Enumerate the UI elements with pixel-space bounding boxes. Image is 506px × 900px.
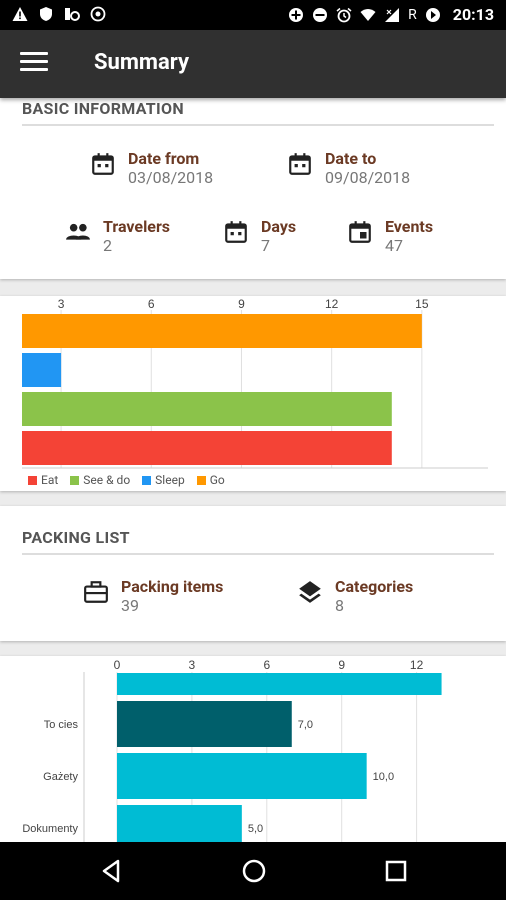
bar [117,701,292,747]
briefcase-icon [84,581,108,603]
packing-chart-card: 0 3 6 9 12 7,0 To cies 10,0 Gażety 5,0 Dokumenty [0,656,506,842]
data-label: 10,0 [373,771,394,783]
do-not-disturb-icon [313,7,328,22]
categories-value: 8 [335,596,344,615]
bar [22,392,392,426]
calendar-icon [289,153,311,175]
packing-items-label: Packing items [121,577,224,596]
date-to-info: Date to 09/08/2018 [287,149,410,187]
travelers-label: Travelers [103,217,171,236]
date-to-label: Date to [325,149,377,168]
bar [117,753,367,799]
events-value: 47 [385,236,403,255]
categories-label: Categories [335,577,414,596]
date-from-label: Date from [128,149,200,168]
data-label: 7,0 [298,719,313,731]
menu-icon-bar [20,68,48,71]
tick-label: 3 [58,297,65,311]
category-label: Gażety [43,771,78,783]
status-bar: R 20:13 [0,0,506,30]
app-notification-icon [65,8,80,21]
bar [22,431,392,465]
data-saver-icon [425,7,440,22]
packing-bar-chart: 0 3 6 9 12 7,0 To cies 10,0 Gażety 5,0 Dokumenty [22,658,442,842]
basic-info-title: BASIC INFORMATION [22,99,184,118]
basic-info-card: BASIC INFORMATION Date from 03/08/2018 D… [0,98,506,279]
status-time: 20:13 [452,5,494,24]
page-title: Summary [94,50,190,75]
date-to-value: 09/08/2018 [325,168,411,187]
days-label: Days [261,217,297,236]
legend-swatch [28,475,37,485]
legend-label: See & do [83,473,131,487]
packing-items-value: 39 [121,596,139,615]
legend-label: Go [209,473,225,487]
events-info: Events 47 [347,217,433,255]
legend-label: Sleep [155,473,185,487]
recents-button[interactable] [381,856,411,886]
tick-label: 12 [410,658,424,672]
legend-item: Sleep [142,473,185,487]
legend-item: Eat [28,473,58,487]
categories-info: Categories 8 [297,577,413,615]
category-label: Dokumenty [22,823,78,835]
bar [22,314,422,348]
alarm-icon [336,7,352,22]
legend-label: Eat [41,473,59,487]
tick-label: 6 [148,297,155,311]
legend-swatch [142,475,152,485]
signal-icon [385,7,400,22]
tick-label: 6 [263,658,270,672]
target-icon [90,6,106,22]
wifi-icon [360,8,376,21]
data-label: 5,0 [248,823,263,835]
days-info: Days 7 [223,217,296,255]
events-chart-legend: Eat See & do Sleep Go [28,473,225,487]
bar [117,805,242,842]
home-button[interactable] [239,856,269,886]
date-from-value: 03/08/2018 [128,168,214,187]
legend-swatch [70,475,80,485]
tick-label: 3 [189,658,196,672]
bar [22,353,62,387]
packing-list-card: PACKING LIST Packing items 39 Categories… [0,506,506,641]
legend-swatch [196,475,206,485]
legend-item: See & do [70,473,130,487]
calendar-icon [92,153,114,175]
people-icon [66,223,90,240]
menu-icon-bar [20,52,48,55]
category-label: To cies [44,719,79,731]
add-circle-icon [289,7,304,22]
travelers-info: Travelers 2 [65,217,170,255]
event-icon [349,221,371,243]
tick-label: 9 [338,658,345,672]
travelers-value: 2 [103,236,112,255]
events-chart-card: 3 6 9 12 15 Eat See & do Sleep Go [0,296,506,491]
legend-item: Go [196,473,225,487]
events-bar-chart: 3 6 9 12 15 [22,297,488,469]
section-divider [22,124,494,126]
back-button[interactable] [96,856,126,886]
tick-label: 0 [114,658,121,672]
date-from-info: Date from 03/08/2018 [90,149,213,187]
section-divider [22,553,494,555]
roaming-label: R [408,6,417,23]
menu-button[interactable] [20,52,48,76]
tick-label: 15 [415,297,429,311]
app-bar: Summary [0,30,506,98]
tick-label: 9 [238,297,245,311]
events-label: Events [385,217,434,236]
days-value: 7 [261,236,270,255]
tick-label: 12 [325,297,339,311]
packing-items-info: Packing items 39 [83,577,223,615]
packing-list-title: PACKING LIST [22,528,130,547]
shield-icon [40,7,52,21]
layers-icon [299,581,321,603]
warning-icon [12,7,28,21]
summary-content[interactable]: BASIC INFORMATION Date from 03/08/2018 D… [0,98,506,842]
calendar-icon [225,221,247,243]
bar [117,673,442,695]
navigation-bar [0,842,506,900]
menu-icon-bar [20,60,48,63]
